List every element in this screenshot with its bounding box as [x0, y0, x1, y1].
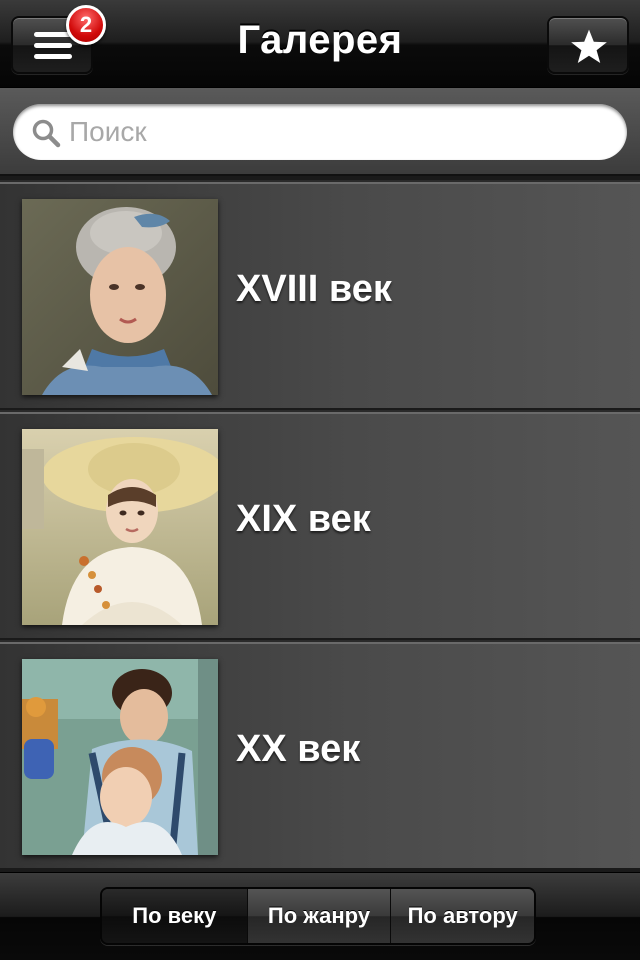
search-field[interactable]: [13, 104, 627, 160]
search-bar: [0, 88, 640, 176]
portrait-19th-century: [22, 429, 218, 625]
page-title: Галерея: [237, 18, 403, 62]
list-item[interactable]: XX век: [0, 642, 640, 870]
favorites-button[interactable]: [547, 16, 629, 74]
thumbnail-image: [22, 659, 218, 855]
search-icon: [32, 119, 61, 148]
list-item[interactable]: XIX век: [0, 412, 640, 640]
list-item[interactable]: XVIII век: [0, 182, 640, 410]
segment-by-century[interactable]: По веку: [102, 889, 247, 943]
list-item-label: XIX век: [236, 498, 371, 540]
sort-segmented-control: По веку По жанру По автору: [100, 887, 536, 945]
portrait-20th-century: [22, 659, 218, 855]
bottom-toolbar: По веку По жанру По автору: [0, 872, 640, 960]
thumbnail-image: [22, 199, 218, 395]
portrait-18th-century: [22, 199, 218, 395]
gallery-list: XVIII век XIX век XX век: [0, 180, 640, 870]
list-item-label: XX век: [236, 728, 361, 770]
list-item-label: XVIII век: [236, 268, 392, 310]
segment-by-author[interactable]: По автору: [390, 889, 534, 943]
navigation-bar: 2 Галерея: [0, 0, 640, 88]
search-input[interactable]: [69, 112, 609, 152]
star-icon: [571, 29, 607, 64]
thumbnail-image: [22, 429, 218, 625]
segment-by-genre[interactable]: По жанру: [246, 889, 391, 943]
